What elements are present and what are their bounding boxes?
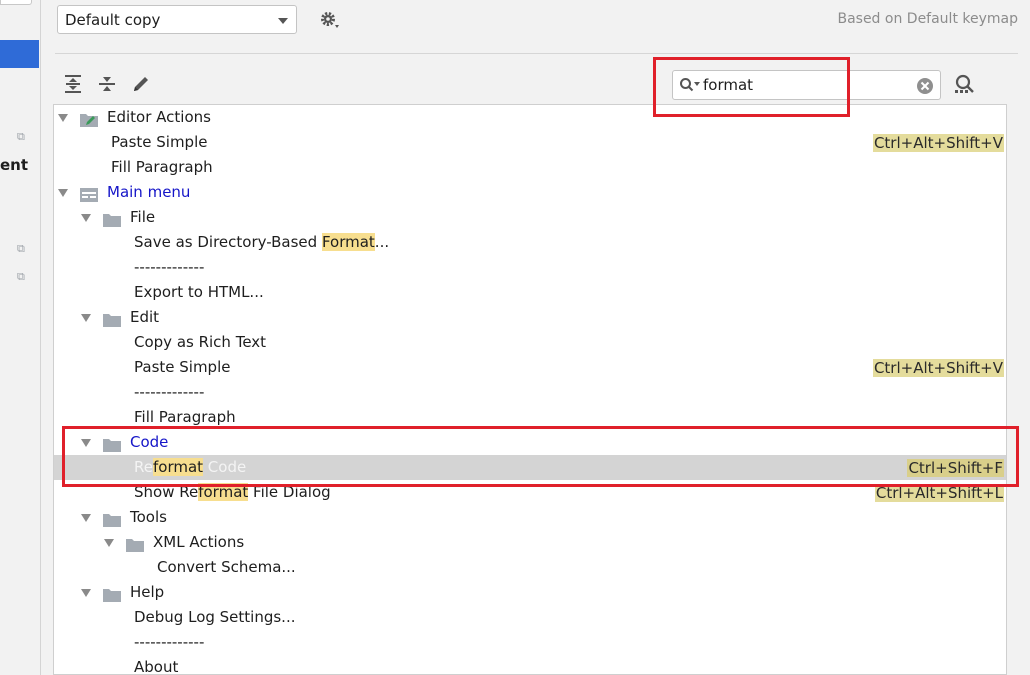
folder-icon — [103, 210, 121, 227]
tree-action-paste-simple[interactable]: Paste Simple Ctrl+Alt+Shift+V — [54, 130, 1006, 155]
expand-all-icon[interactable] — [63, 74, 83, 98]
tree-action-fill-paragraph[interactable]: Fill Paragraph — [54, 155, 1006, 180]
tree-action-save-as-directory-based-format[interactable]: Save as Directory-Based Format... — [54, 230, 1006, 255]
tree-action-show-reformat-file-dialog[interactable]: Show Reformat File Dialog Ctrl+Alt+Shift+… — [54, 480, 1006, 505]
sidebar-item-label[interactable]: ent — [0, 156, 28, 174]
tree-node-edit[interactable]: Edit — [54, 305, 1006, 330]
shortcut-badge: Ctrl+Alt+Shift+V — [872, 359, 1004, 377]
label-prefix: Save as Directory-Based — [134, 233, 322, 251]
sidebar-selected-item[interactable] — [0, 40, 39, 68]
expand-caret-icon[interactable] — [81, 314, 91, 322]
clear-icon[interactable] — [916, 77, 934, 99]
label-prefix: Show Re — [134, 483, 199, 501]
tree-node-main-menu[interactable]: Main menu — [54, 180, 1006, 205]
tree-action-about[interactable]: About — [54, 655, 1006, 675]
tree-action-copy-as-rich-text[interactable]: Copy as Rich Text — [54, 330, 1006, 355]
keymap-dropdown-value: Default copy — [65, 11, 161, 29]
tree-item-label: Tools — [130, 508, 167, 526]
label-suffix: Code — [203, 458, 247, 476]
tree-item-label: Code — [130, 433, 169, 451]
tree-action-convert-schema[interactable]: Convert Schema... — [54, 555, 1006, 580]
chevron-down-icon — [278, 18, 288, 24]
tree-item-label: Debug Log Settings... — [134, 608, 296, 626]
tree-item-label: XML Actions — [153, 533, 245, 551]
tree-item-label: Show Reformat File Dialog — [134, 480, 331, 505]
expand-caret-icon[interactable] — [81, 439, 91, 447]
tree-item-label: About — [134, 658, 179, 675]
label-suffix: File Dialog — [248, 483, 331, 501]
copy-icon: ⧉ — [17, 130, 25, 143]
folder-icon — [103, 310, 121, 327]
search-field[interactable] — [672, 70, 941, 100]
tree-item-label: Fill Paragraph — [134, 408, 236, 426]
expand-caret-icon[interactable] — [104, 539, 114, 547]
label-prefix: Re — [134, 458, 153, 476]
settings-sidebar: ⧉ ent ⧉ ⧉ — [0, 0, 41, 675]
expand-caret-icon[interactable] — [58, 189, 68, 197]
based-on-keymap-text: Based on Default keymap — [837, 11, 1018, 27]
tree-separator[interactable]: ------------- — [54, 630, 1006, 655]
search-match-highlight: format — [152, 458, 204, 476]
copy-icon: ⧉ — [17, 270, 25, 283]
shortcut-badge: Ctrl+Alt+Shift+L — [874, 484, 1004, 502]
sidebar-top-field — [0, 0, 32, 5]
tree-item-label: Save as Directory-Based Format... — [134, 230, 389, 255]
divider — [55, 53, 1018, 54]
editor-actions-icon — [80, 110, 98, 127]
tree-item-label: Convert Schema... — [157, 558, 296, 576]
tree-item-label: ------------- — [134, 383, 205, 401]
tree-item-label: Paste Simple — [134, 358, 231, 376]
tree-item-label: Fill Paragraph — [111, 158, 213, 176]
shortcut-badge: Ctrl+Shift+F — [907, 459, 1004, 477]
tree-action-export-to-html[interactable]: Export to HTML... — [54, 280, 1006, 305]
tree-item-label: ------------- — [134, 258, 205, 276]
search-match-highlight: format — [198, 483, 249, 501]
find-by-shortcut-icon[interactable] — [953, 74, 977, 100]
tree-item-label: Editor Actions — [107, 108, 211, 126]
search-icon[interactable] — [679, 77, 701, 97]
tree-node-editor-actions[interactable]: Editor Actions — [54, 105, 1006, 130]
tree-action-paste-simple[interactable]: Paste Simple Ctrl+Alt+Shift+V — [54, 355, 1006, 380]
tree-node-file[interactable]: File — [54, 205, 1006, 230]
shortcut-badge: Ctrl+Alt+Shift+V — [872, 134, 1004, 152]
tree-node-code[interactable]: Code — [54, 430, 1006, 455]
main-menu-icon — [80, 185, 98, 202]
collapse-all-icon[interactable] — [97, 74, 117, 98]
tree-item-label: Copy as Rich Text — [134, 333, 267, 351]
keymap-dropdown[interactable]: Default copy — [57, 5, 297, 34]
tree-node-tools[interactable]: Tools — [54, 505, 1006, 530]
tree-item-label: Main menu — [107, 183, 191, 201]
copy-icon: ⧉ — [17, 242, 25, 255]
search-input[interactable] — [703, 75, 908, 95]
tree-item-label: File — [130, 208, 156, 226]
expand-caret-icon[interactable] — [58, 114, 68, 122]
tree-node-xml-actions[interactable]: XML Actions — [54, 530, 1006, 555]
folder-icon — [103, 510, 121, 527]
keymap-actions-tree[interactable]: Editor Actions Paste Simple Ctrl+Alt+Shift… — [53, 104, 1007, 675]
tree-separator[interactable]: ------------- — [54, 380, 1006, 405]
search-match-highlight: Format — [321, 233, 375, 251]
tree-action-fill-paragraph[interactable]: Fill Paragraph — [54, 405, 1006, 430]
tree-item-label: Export to HTML... — [134, 283, 264, 301]
label-suffix: ... — [374, 233, 390, 251]
expand-caret-icon[interactable] — [81, 589, 91, 597]
tree-action-reformat-code[interactable]: Reformat Code Ctrl+Shift+F — [54, 455, 1006, 480]
gear-icon[interactable] — [319, 10, 341, 34]
tree-item-label: Help — [130, 583, 165, 601]
expand-caret-icon[interactable] — [81, 214, 91, 222]
tree-action-debug-log-settings[interactable]: Debug Log Settings... — [54, 605, 1006, 630]
tree-item-label: Reformat Code — [134, 455, 246, 480]
tree-item-label: Paste Simple — [111, 133, 208, 151]
folder-icon — [103, 435, 121, 452]
tree-node-help[interactable]: Help — [54, 580, 1006, 605]
tree-item-label: ------------- — [134, 633, 205, 651]
tree-separator[interactable]: ------------- — [54, 255, 1006, 280]
tree-item-label: Edit — [130, 308, 160, 326]
expand-caret-icon[interactable] — [81, 514, 91, 522]
folder-icon — [126, 535, 144, 552]
folder-icon — [103, 585, 121, 602]
edit-pencil-icon[interactable] — [131, 74, 151, 98]
